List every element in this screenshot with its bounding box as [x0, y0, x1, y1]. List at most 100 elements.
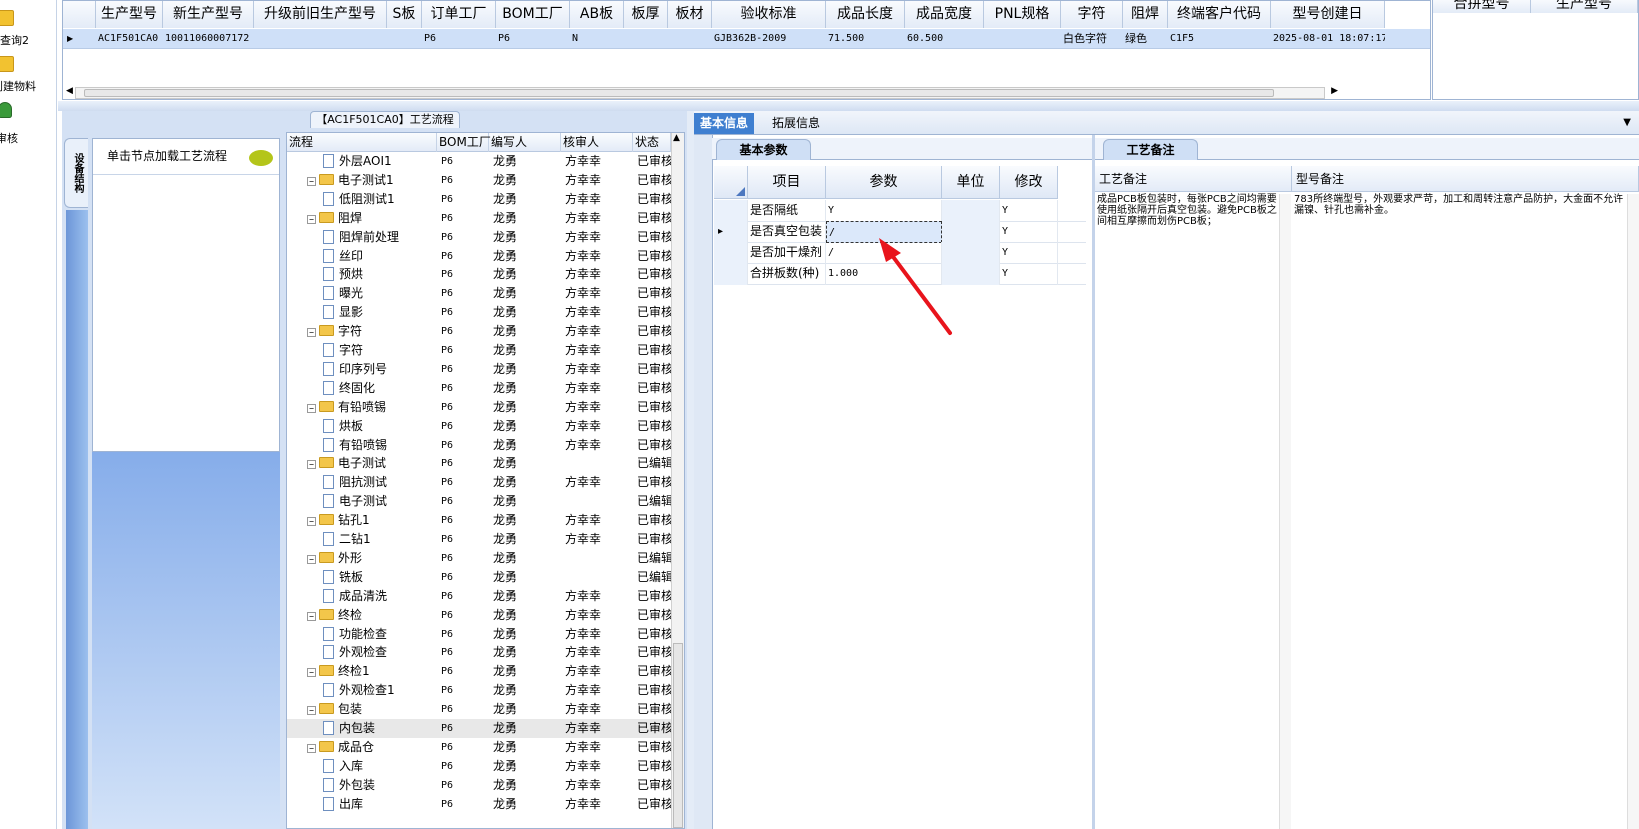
tree-node[interactable]: − 成品仓 — [287, 738, 437, 757]
tree-row[interactable]: − 终检1 P6 龙勇 方幸幸 已审核 — [287, 662, 671, 681]
param-cell-modify[interactable]: Y — [1000, 242, 1058, 264]
tree-node[interactable]: − 外形 — [287, 549, 437, 568]
tree-node[interactable]: − 终检 — [287, 606, 437, 625]
param-row[interactable]: 是否加干燥剂 / Y — [714, 242, 1086, 264]
tab-extended-info[interactable]: 拓展信息 — [766, 113, 826, 134]
tree-row[interactable]: 成品清洗 P6 龙勇 方幸幸 已审核 — [287, 587, 671, 606]
tree-row[interactable]: − 有铅喷锡 P6 龙勇 方幸幸 已审核 — [287, 398, 671, 417]
column-header[interactable]: 新生产型号 — [163, 1, 254, 28]
grid-cell[interactable] — [387, 29, 422, 49]
param-column-header[interactable]: 项目 — [748, 166, 826, 199]
collapse-icon[interactable]: − — [307, 460, 316, 470]
tree-node[interactable]: 外包装 — [287, 776, 437, 795]
tree-node[interactable]: 印序列号 — [287, 360, 437, 379]
tree-column-header[interactable]: 流程 — [287, 133, 437, 152]
param-cell-item[interactable]: 合拼板数(种) — [748, 263, 826, 285]
grid-cell[interactable]: C1F5 — [1168, 29, 1271, 49]
column-header[interactable]: S板 — [387, 1, 422, 28]
tree-column-header[interactable]: 编写人 — [489, 133, 561, 152]
horizontal-scrollbar[interactable]: ◀ ▶ — [66, 86, 1338, 99]
grid-cell[interactable]: N — [570, 29, 624, 49]
tree-node[interactable]: 显影 — [287, 303, 437, 322]
tree-row[interactable]: 外层AOI1 P6 龙勇 方幸幸 已审核 — [287, 152, 671, 171]
grid-cell[interactable] — [984, 29, 1061, 49]
tree-node[interactable]: − 有铅喷锡 — [287, 398, 437, 417]
column-header[interactable]: 终端客户代码 — [1168, 1, 1271, 28]
tree-row[interactable]: − 阻焊 P6 龙勇 方幸幸 已审核 — [287, 209, 671, 228]
column-header[interactable]: 成品宽度 — [905, 1, 984, 28]
scrollbar-thumb[interactable] — [673, 643, 683, 828]
tree-column-header[interactable]: 状态 — [633, 133, 671, 152]
production-model-header[interactable]: 生产型号 — [1531, 0, 1638, 13]
tree-node[interactable]: 成品清洗 — [287, 587, 437, 606]
tree-row[interactable]: 有铅喷锡 P6 龙勇 方幸幸 已审核 — [287, 436, 671, 455]
param-row[interactable]: 合拼板数(种) 1.000 Y — [714, 263, 1086, 285]
model-note-scrollbar[interactable] — [1627, 194, 1639, 829]
tree-row[interactable]: − 终检 P6 龙勇 方幸幸 已审核 — [287, 606, 671, 625]
tab-basic-info[interactable]: 基本信息 — [694, 113, 755, 134]
tree-row[interactable]: 低阻测试1 P6 龙勇 方幸幸 已审核 — [287, 190, 671, 209]
param-cell-param[interactable]: / — [826, 221, 942, 243]
tree-node[interactable]: − 钻孔1 — [287, 511, 437, 530]
param-column-header[interactable]: 修改 — [1000, 166, 1058, 199]
grid-cell[interactable]: 71.500 — [826, 29, 905, 49]
column-header[interactable]: 字符 — [1061, 1, 1123, 28]
tree-row[interactable]: − 包装 P6 龙勇 方幸幸 已审核 — [287, 700, 671, 719]
tree-node[interactable]: 外层AOI1 — [287, 152, 437, 171]
grid-cell[interactable]: AC1F501CA0 — [96, 29, 163, 49]
param-cell-modify[interactable]: Y — [1000, 200, 1058, 222]
tree-row[interactable]: − 字符 P6 龙勇 方幸幸 已审核 — [287, 322, 671, 341]
tree-row[interactable]: 阻抗测试 P6 龙勇 方幸幸 已审核 — [287, 473, 671, 492]
collapse-icon[interactable]: − — [307, 611, 316, 621]
collapse-icon[interactable]: − — [307, 176, 316, 186]
grid-cell[interactable]: 10011060007172 — [163, 29, 254, 49]
column-header[interactable]: 阻焊 — [1123, 1, 1168, 28]
collapse-icon[interactable]: − — [307, 214, 316, 224]
process-note-scrollbar[interactable] — [1279, 194, 1291, 829]
merged-model-header[interactable]: 合拼型号 — [1433, 0, 1531, 13]
param-cell-param[interactable]: 1.000 — [826, 263, 942, 285]
param-cell-param[interactable]: / — [826, 242, 942, 264]
tree-node[interactable]: 内包装 — [287, 719, 437, 738]
column-header[interactable]: PNL规格 — [984, 1, 1061, 28]
param-cell-modify[interactable]: Y — [1000, 263, 1058, 285]
collapse-icon[interactable]: − — [307, 403, 316, 413]
param-column-header[interactable]: 参数 — [826, 166, 942, 199]
column-header[interactable]: 板厚 — [624, 1, 668, 28]
vertical-scrollbar[interactable]: ▲ — [671, 133, 684, 828]
tree-node[interactable]: 丝印 — [287, 247, 437, 266]
grid-cell[interactable] — [668, 29, 712, 49]
grid-cell[interactable]: GJB362B-2009 — [712, 29, 826, 49]
collapse-icon[interactable]: − — [307, 554, 316, 564]
tree-row[interactable]: − 电子测试 P6 龙勇 已编辑 — [287, 454, 671, 473]
scroll-right-icon[interactable]: ▶ — [1331, 86, 1338, 96]
tree-node[interactable]: 阻焊前处理 — [287, 228, 437, 247]
process-note-text[interactable]: 成品PCB板包装时，每张PCB之间均需要使用纸张隔开后真空包装。避免PCB板之间… — [1097, 194, 1277, 227]
horizontal-splitter[interactable] — [58, 101, 1639, 111]
grid-cell[interactable]: P6 — [422, 29, 496, 49]
column-header[interactable]: 升级前旧生产型号 — [254, 1, 387, 28]
tree-node[interactable]: − 包装 — [287, 700, 437, 719]
device-structure-tab[interactable]: 设备结构 — [64, 138, 88, 208]
param-cell-unit[interactable] — [942, 263, 1000, 285]
param-cell-item[interactable]: 是否真空包装 — [748, 221, 826, 243]
tree-row[interactable]: 字符 P6 龙勇 方幸幸 已审核 — [287, 341, 671, 360]
tree-row[interactable]: 丝印 P6 龙勇 方幸幸 已审核 — [287, 247, 671, 266]
column-header[interactable]: 订单工厂 — [422, 1, 496, 28]
tree-node[interactable]: 二钻1 — [287, 530, 437, 549]
param-row[interactable]: ▸ 是否真空包装 / Y — [714, 221, 1086, 243]
scroll-left-icon[interactable]: ◀ — [66, 86, 73, 96]
tree-row[interactable]: 外观检查1 P6 龙勇 方幸幸 已审核 — [287, 681, 671, 700]
grid-cell[interactable]: P6 — [496, 29, 570, 49]
tree-row[interactable]: − 外形 P6 龙勇 已编辑 — [287, 549, 671, 568]
collapse-icon[interactable]: − — [307, 328, 316, 338]
tree-row[interactable]: 入库 P6 龙勇 方幸幸 已审核 — [287, 757, 671, 776]
param-cell-item[interactable]: 是否加干燥剂 — [748, 242, 826, 264]
tree-node[interactable]: 预烘 — [287, 265, 437, 284]
tree-node[interactable]: 外观检查1 — [287, 681, 437, 700]
grid-cell[interactable]: 2025-08-01 18:07:17 — [1271, 29, 1385, 49]
collapse-icon[interactable]: − — [307, 668, 316, 678]
tree-node[interactable]: 字符 — [287, 341, 437, 360]
tree-node[interactable]: 烘板 — [287, 417, 437, 436]
tree-node[interactable]: − 电子测试 — [287, 454, 437, 473]
